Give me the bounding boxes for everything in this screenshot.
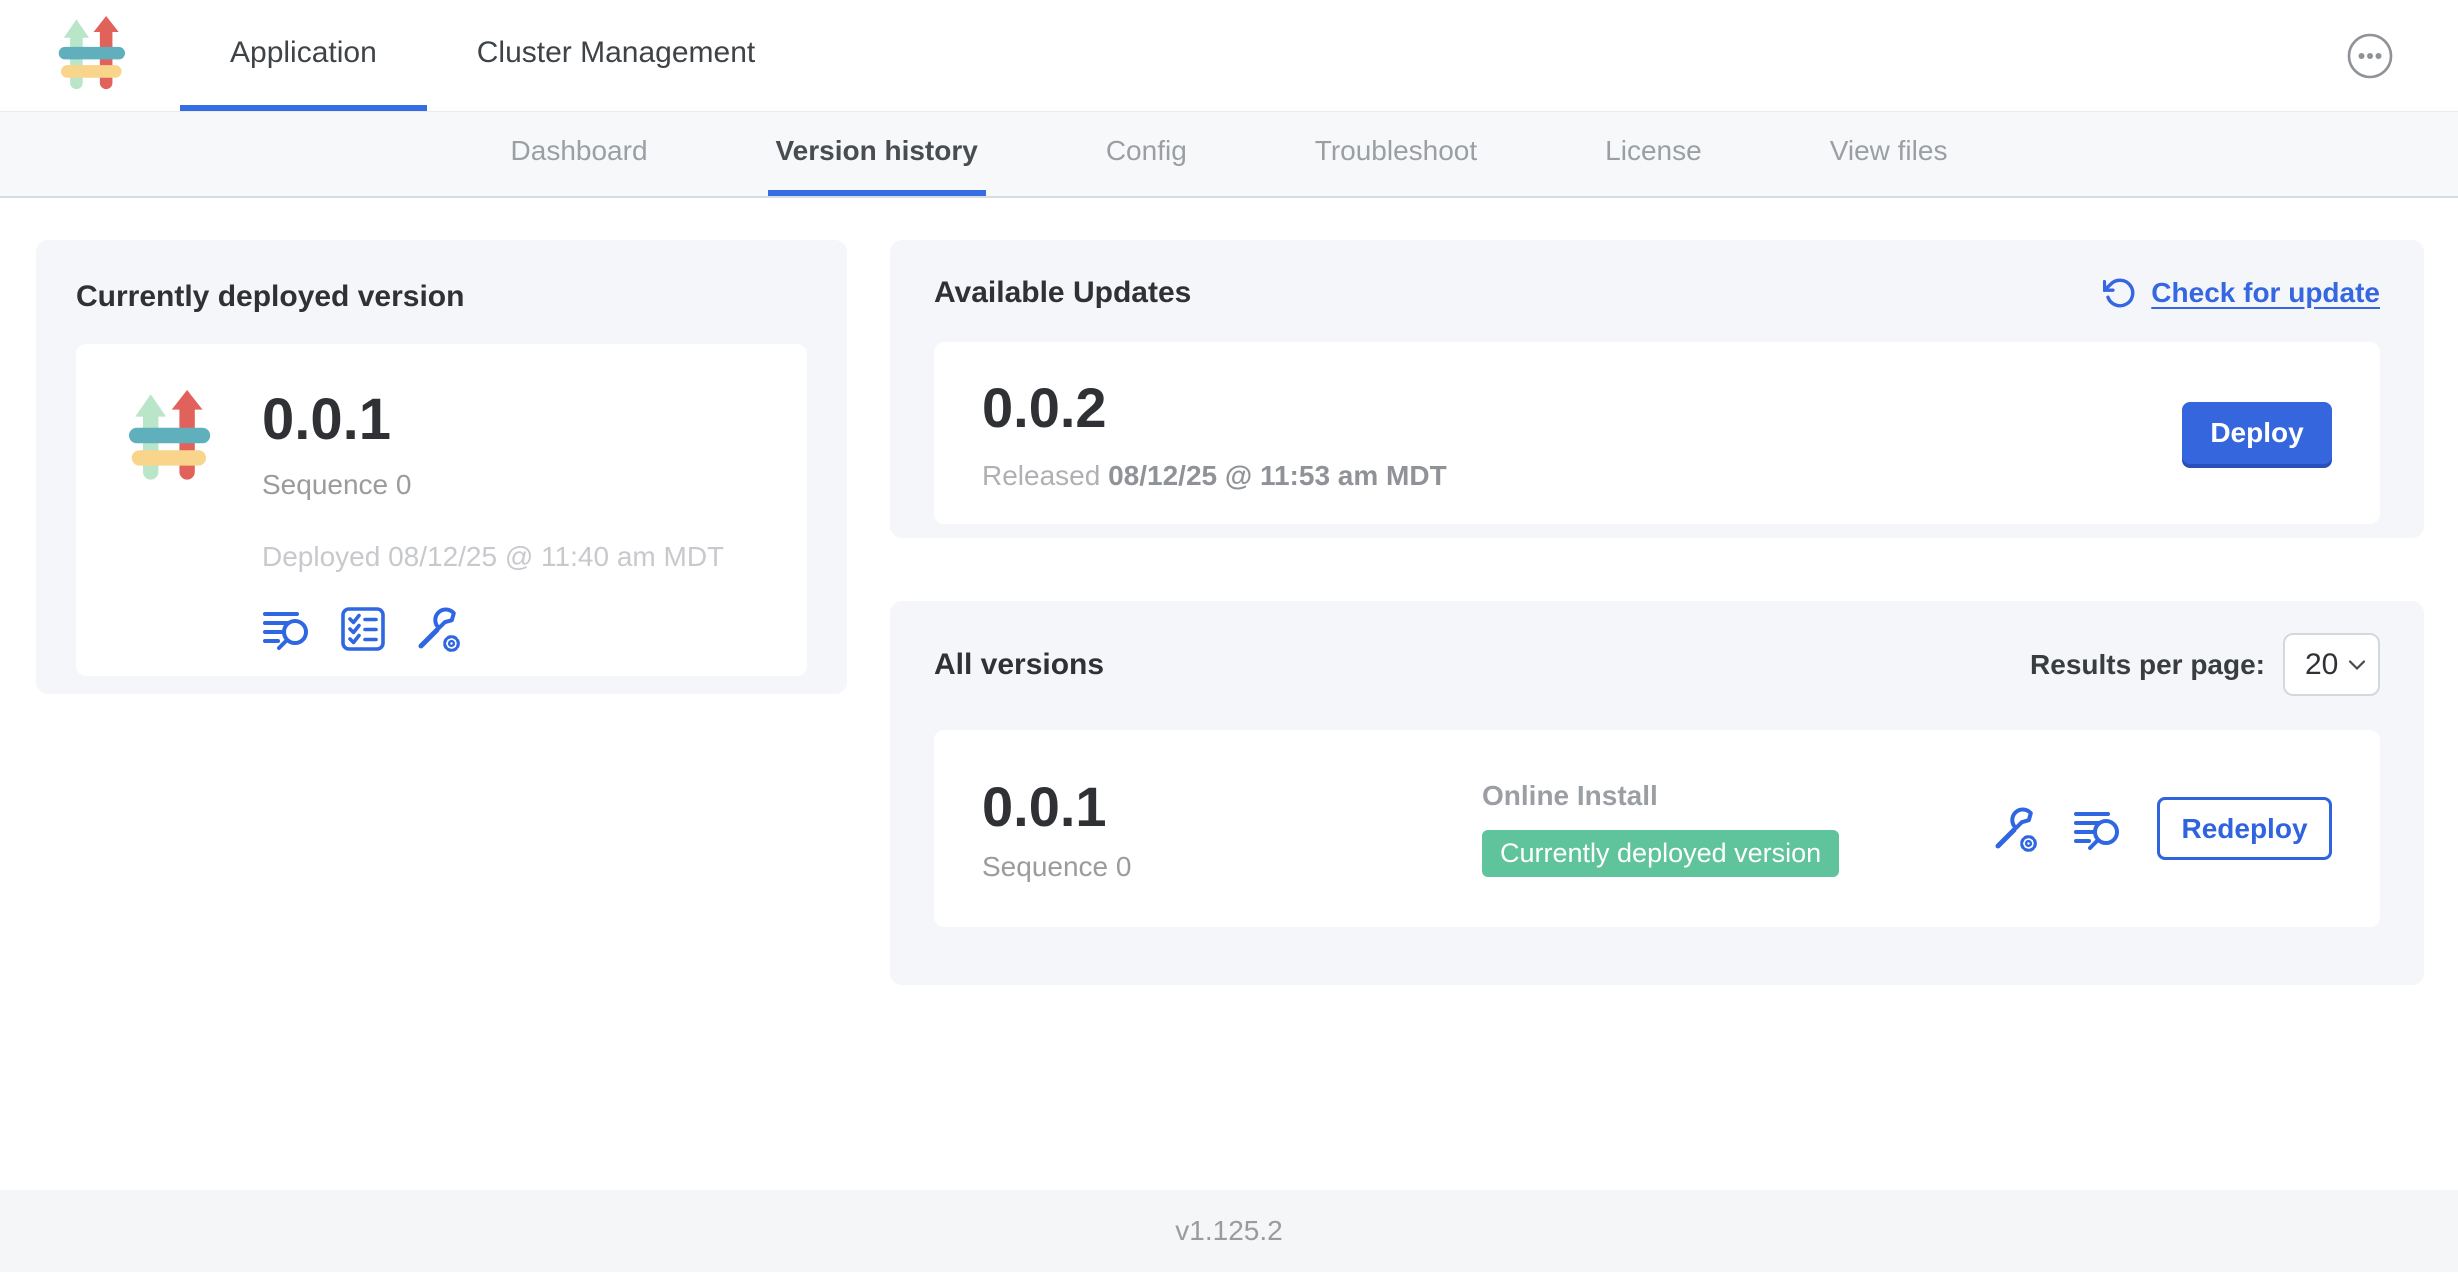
- app-logo-icon: [56, 0, 130, 111]
- deployed-sequence: Sequence 0: [262, 469, 724, 501]
- footer: v1.125.2: [0, 1190, 2458, 1272]
- update-row: 0.0.2 Released 08/12/25 @ 11:53 am MDT D…: [934, 342, 2380, 524]
- subtab-dashboard-label: Dashboard: [511, 135, 648, 167]
- tab-application[interactable]: Application: [180, 0, 427, 111]
- deployed-timestamp: Deployed 08/12/25 @ 11:40 am MDT: [262, 541, 724, 573]
- update-version-number: 0.0.2: [982, 375, 1447, 440]
- all-versions-card: All versions Results per page: 20: [890, 601, 2424, 985]
- tab-application-label: Application: [230, 36, 377, 70]
- ellipsis-icon: [2346, 32, 2394, 80]
- preflight-checks-icon[interactable]: [340, 606, 386, 652]
- currently-deployed-card: Currently deployed version: [36, 240, 847, 694]
- redeploy-button[interactable]: Redeploy: [2157, 797, 2332, 860]
- subtab-dashboard[interactable]: Dashboard: [503, 112, 656, 196]
- deployed-version-panel: 0.0.1 Sequence 0 Deployed 08/12/25 @ 11:…: [76, 344, 807, 676]
- currently-deployed-badge: Currently deployed version: [1482, 830, 1839, 877]
- all-versions-title: All versions: [934, 648, 1104, 682]
- subtab-troubleshoot[interactable]: Troubleshoot: [1307, 112, 1485, 196]
- check-for-update-label: Check for update: [2151, 277, 2380, 309]
- update-released-timestamp: Released 08/12/25 @ 11:53 am MDT: [982, 460, 1447, 492]
- install-type-label: Online Install: [1482, 780, 1991, 812]
- top-nav-bar: Application Cluster Management: [0, 0, 2458, 112]
- available-updates-title: Available Updates: [934, 276, 1191, 310]
- release-notes-icon[interactable]: [2073, 807, 2123, 851]
- released-date: 08/12/25 @ 11:53 am MDT: [1108, 460, 1447, 491]
- tab-cluster-management-label: Cluster Management: [477, 36, 755, 70]
- results-per-page-select[interactable]: 20: [2283, 633, 2380, 696]
- subtab-license-label: License: [1605, 135, 1702, 167]
- results-per-page: Results per page: 20: [2030, 633, 2380, 696]
- release-notes-icon[interactable]: [262, 607, 312, 651]
- top-tabs: Application Cluster Management: [180, 0, 805, 111]
- check-for-update-link[interactable]: Check for update: [2103, 276, 2380, 310]
- deployed-actions: [262, 605, 724, 653]
- subtab-troubleshoot-label: Troubleshoot: [1315, 135, 1477, 167]
- deploy-button[interactable]: Deploy: [2182, 402, 2332, 464]
- currently-deployed-title: Currently deployed version: [76, 280, 807, 314]
- tab-cluster-management[interactable]: Cluster Management: [427, 0, 805, 111]
- deployed-version-number: 0.0.1: [262, 386, 724, 453]
- subtab-config-label: Config: [1106, 135, 1187, 167]
- app-subnav: Dashboard Version history Config Trouble…: [0, 112, 2458, 198]
- edit-config-icon[interactable]: [1991, 805, 2039, 853]
- more-options-button[interactable]: [2346, 32, 2394, 80]
- subtab-config[interactable]: Config: [1098, 112, 1195, 196]
- released-prefix: Released: [982, 460, 1100, 491]
- row-sequence: Sequence 0: [982, 851, 1482, 883]
- subtab-version-history[interactable]: Version history: [768, 112, 986, 196]
- subtab-version-history-label: Version history: [776, 135, 978, 167]
- results-per-page-label: Results per page:: [2030, 649, 2265, 681]
- version-history-page: Currently deployed version: [0, 198, 2458, 1190]
- subtab-view-files-label: View files: [1830, 135, 1948, 167]
- app-logo-icon: [126, 390, 216, 488]
- available-updates-card: Available Updates Check for update 0.0.2: [890, 240, 2424, 538]
- edit-config-icon[interactable]: [414, 605, 462, 653]
- version-row: 0.0.1 Sequence 0 Online Install Currentl…: [934, 730, 2380, 927]
- admin-console: Application Cluster Management Dashboard…: [0, 0, 2458, 1274]
- console-version-label: v1.125.2: [1175, 1215, 1282, 1247]
- refresh-icon: [2103, 276, 2137, 310]
- subtab-view-files[interactable]: View files: [1822, 112, 1956, 196]
- subtab-license[interactable]: License: [1597, 112, 1710, 196]
- row-actions: Redeploy: [1991, 797, 2332, 860]
- row-version-number: 0.0.1: [982, 774, 1482, 839]
